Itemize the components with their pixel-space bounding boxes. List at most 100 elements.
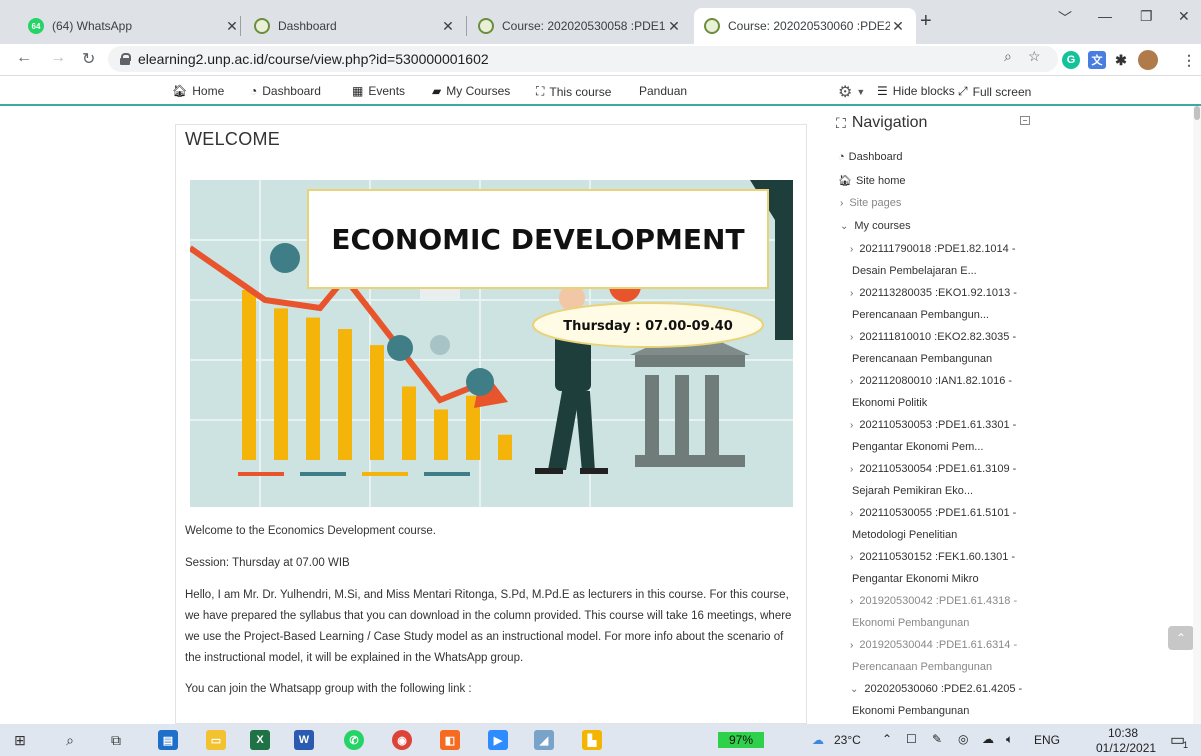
sticky-notes-icon[interactable]: ▙ — [582, 730, 602, 750]
tab-close-icon[interactable]: ✕ — [224, 18, 240, 35]
tray-chevron-up-icon[interactable]: ⌃ — [882, 732, 892, 746]
battery-indicator[interactable]: 97% — [718, 732, 764, 748]
session-paragraph: Session: Thursday at 07.00 WIB — [185, 557, 350, 569]
chevron-right-icon: › — [850, 463, 854, 475]
chart-bar — [370, 345, 384, 460]
settings-menu[interactable]: ⚙ ▼ — [838, 82, 865, 102]
app-orange-icon[interactable]: ◧ — [440, 730, 460, 750]
onedrive-icon[interactable]: ☐ — [906, 732, 917, 746]
course-code: 202113280035 :EKO1.92.1013 - — [859, 287, 1017, 299]
tab-title: Dashboard — [278, 19, 337, 33]
course-name[interactable]: Perencanaan Pembangunan — [852, 661, 992, 673]
nav-course-item[interactable]: › 201920530042 :PDE1.61.4318 - — [850, 595, 1017, 607]
tab-whatsapp[interactable]: 64 (64) WhatsApp ✕ — [18, 8, 250, 44]
tab-close-icon[interactable]: ✕ — [440, 18, 456, 35]
clock-date[interactable]: 01/12/2021 — [1096, 741, 1156, 755]
course-name[interactable]: Ekonomi Pembangunan — [852, 617, 969, 629]
course-name[interactable]: Desain Pembelajaran E... — [852, 265, 977, 277]
nav-site-home[interactable]: 🏠︎ Site home — [838, 174, 906, 188]
nav-course-item[interactable]: › 202110530152 :FEK1.60.1301 - — [850, 551, 1015, 563]
bank-base — [635, 455, 745, 467]
nav-site-pages[interactable]: › Site pages — [840, 197, 901, 209]
course-name[interactable]: Pengantar Ekonomi Pem... — [852, 441, 983, 453]
nav-course-item[interactable]: › 202110530054 :PDE1.61.3109 - — [850, 463, 1016, 475]
language-indicator[interactable]: ENG — [1034, 733, 1060, 747]
course-name[interactable]: Ekonomi Pembangunan — [852, 705, 969, 717]
hide-blocks-button[interactable]: ☰ Hide blocks — [877, 84, 955, 98]
nav-course-item[interactable]: › 202111810010 :EKO2.82.3035 - — [850, 331, 1016, 343]
economic-development-banner: ECONOMIC DEVELOPMENT Thursday : 07.00-09… — [190, 180, 793, 507]
menu-this-course[interactable]: ⛶ This course — [536, 84, 611, 99]
menu-panduan[interactable]: Panduan — [639, 84, 687, 98]
course-name[interactable]: Perencanaan Pembangunan — [852, 353, 992, 365]
menu-events[interactable]: ▦ Events — [352, 84, 405, 98]
menu-dashboard[interactable]: ◔ Dashboard — [250, 84, 321, 98]
translate-extension-icon[interactable]: 文 — [1088, 51, 1106, 69]
store-app-icon[interactable]: ▤ — [158, 730, 178, 750]
block-collapse-icon[interactable] — [1020, 116, 1030, 125]
dashboard-gauge-icon: ◔ — [838, 151, 845, 163]
full-screen-button[interactable]: ⤢ Full screen — [958, 84, 1031, 99]
nav-course-item[interactable]: › 202111790018 :PDE1.82.1014 - — [850, 243, 1016, 255]
tab-close-icon[interactable]: ✕ — [890, 18, 906, 35]
tab-course-58[interactable]: Course: 202020530058 :PDE1.61.4 ✕ — [468, 8, 692, 44]
nav-course-item[interactable]: ⌄ 202020530060 :PDE2.61.4205 - — [850, 683, 1022, 695]
tab-dashboard[interactable]: Dashboard ✕ — [244, 8, 466, 44]
course-name[interactable]: Metodologi Penelitian — [852, 529, 957, 541]
chevron-right-icon: › — [850, 639, 854, 651]
restore-icon[interactable]: ❐ — [1140, 8, 1153, 25]
more-menu-icon[interactable]: ⋮ — [1180, 51, 1198, 69]
grammarly-extension-icon[interactable]: G — [1062, 51, 1080, 69]
windows-start-icon[interactable]: ⊞ — [8, 728, 32, 752]
tab-course-60[interactable]: Course: 202020530060 :PDE2.61.4 ✕ — [694, 8, 916, 44]
scroll-to-top-button[interactable]: ⌃ — [1168, 626, 1194, 650]
course-code: 202112080010 :IAN1.82.1016 - — [859, 375, 1013, 387]
back-arrow-icon[interactable]: ← — [16, 49, 32, 67]
course-name[interactable]: Perencanaan Pembangun... — [852, 309, 989, 321]
network-icon[interactable]: ◎ — [958, 732, 968, 746]
scrollbar-thumb[interactable] — [1194, 106, 1200, 120]
course-name[interactable]: Sejarah Pemikiran Eko... — [852, 485, 973, 497]
bookmark-star-icon[interactable]: ☆ — [1028, 48, 1041, 65]
course-name[interactable]: Pengantar Ekonomi Mikro — [852, 573, 979, 585]
excel-icon[interactable]: X — [250, 730, 270, 750]
whatsapp-app-icon[interactable]: ✆ — [344, 730, 364, 750]
cloud-sync-icon[interactable]: ☁ — [982, 732, 994, 746]
minimize-icon[interactable]: — — [1098, 8, 1112, 24]
tab-search-chevron-icon[interactable]: ﹀ — [1058, 8, 1072, 28]
chrome-icon[interactable]: ◉ — [392, 730, 412, 750]
nav-course-item[interactable]: › 202112080010 :IAN1.82.1016 - — [850, 375, 1012, 387]
zoom-magnifier-icon[interactable]: ⌕ — [1004, 48, 1012, 65]
zoom-app-icon[interactable]: ▶ — [488, 730, 508, 750]
navigation-block: ⛶ Navigation ◔ Dashboard 🏠︎ Site home › … — [834, 108, 1034, 724]
close-window-icon[interactable]: ✕ — [1178, 8, 1190, 25]
reload-icon[interactable]: ↻ — [82, 49, 95, 69]
nav-dashboard[interactable]: ◔ Dashboard — [838, 151, 902, 163]
tab-close-icon[interactable]: ✕ — [666, 18, 682, 35]
task-view-icon[interactable]: ⧉ — [104, 728, 128, 752]
pen-icon[interactable]: ✎ — [932, 732, 942, 746]
clock-time[interactable]: 10:38 — [1108, 726, 1138, 740]
temperature-text[interactable]: 23°C — [834, 733, 861, 747]
volume-icon[interactable]: 🔈︎ — [1006, 732, 1013, 747]
address-bar[interactable]: elearning2.unp.ac.id/course/view.php?id=… — [108, 46, 1058, 72]
menu-my-courses[interactable]: ▰ My Courses — [432, 84, 510, 98]
nav-course-item[interactable]: › 202113280035 :EKO1.92.1013 - — [850, 287, 1017, 299]
profile-avatar[interactable] — [1138, 50, 1158, 70]
app-blue-icon[interactable]: ◢ — [534, 730, 554, 750]
menu-home[interactable]: 🏠︎ Home — [172, 84, 224, 98]
word-icon[interactable]: W — [294, 730, 314, 750]
file-explorer-icon[interactable]: ▭ — [206, 730, 226, 750]
new-tab-plus-icon[interactable]: + — [920, 10, 932, 33]
search-icon[interactable]: ⌕ — [58, 728, 82, 752]
page-scrollbar[interactable] — [1193, 106, 1201, 724]
nav-course-item[interactable]: › 202110530055 :PDE1.61.5101 - — [850, 507, 1016, 519]
chart-bar — [434, 409, 448, 460]
forward-arrow-icon[interactable]: → — [50, 49, 66, 67]
nav-course-item[interactable]: › 202110530053 :PDE1.61.3301 - — [850, 419, 1016, 431]
extensions-puzzle-icon[interactable]: ✱ — [1112, 51, 1130, 69]
nav-course-item[interactable]: › 201920530044 :PDE1.61.6314 - — [850, 639, 1017, 651]
nav-my-courses[interactable]: ⌄ My courses — [840, 220, 911, 232]
weather-icon[interactable]: ☁ — [812, 733, 824, 747]
course-name[interactable]: Ekonomi Politik — [852, 397, 927, 409]
